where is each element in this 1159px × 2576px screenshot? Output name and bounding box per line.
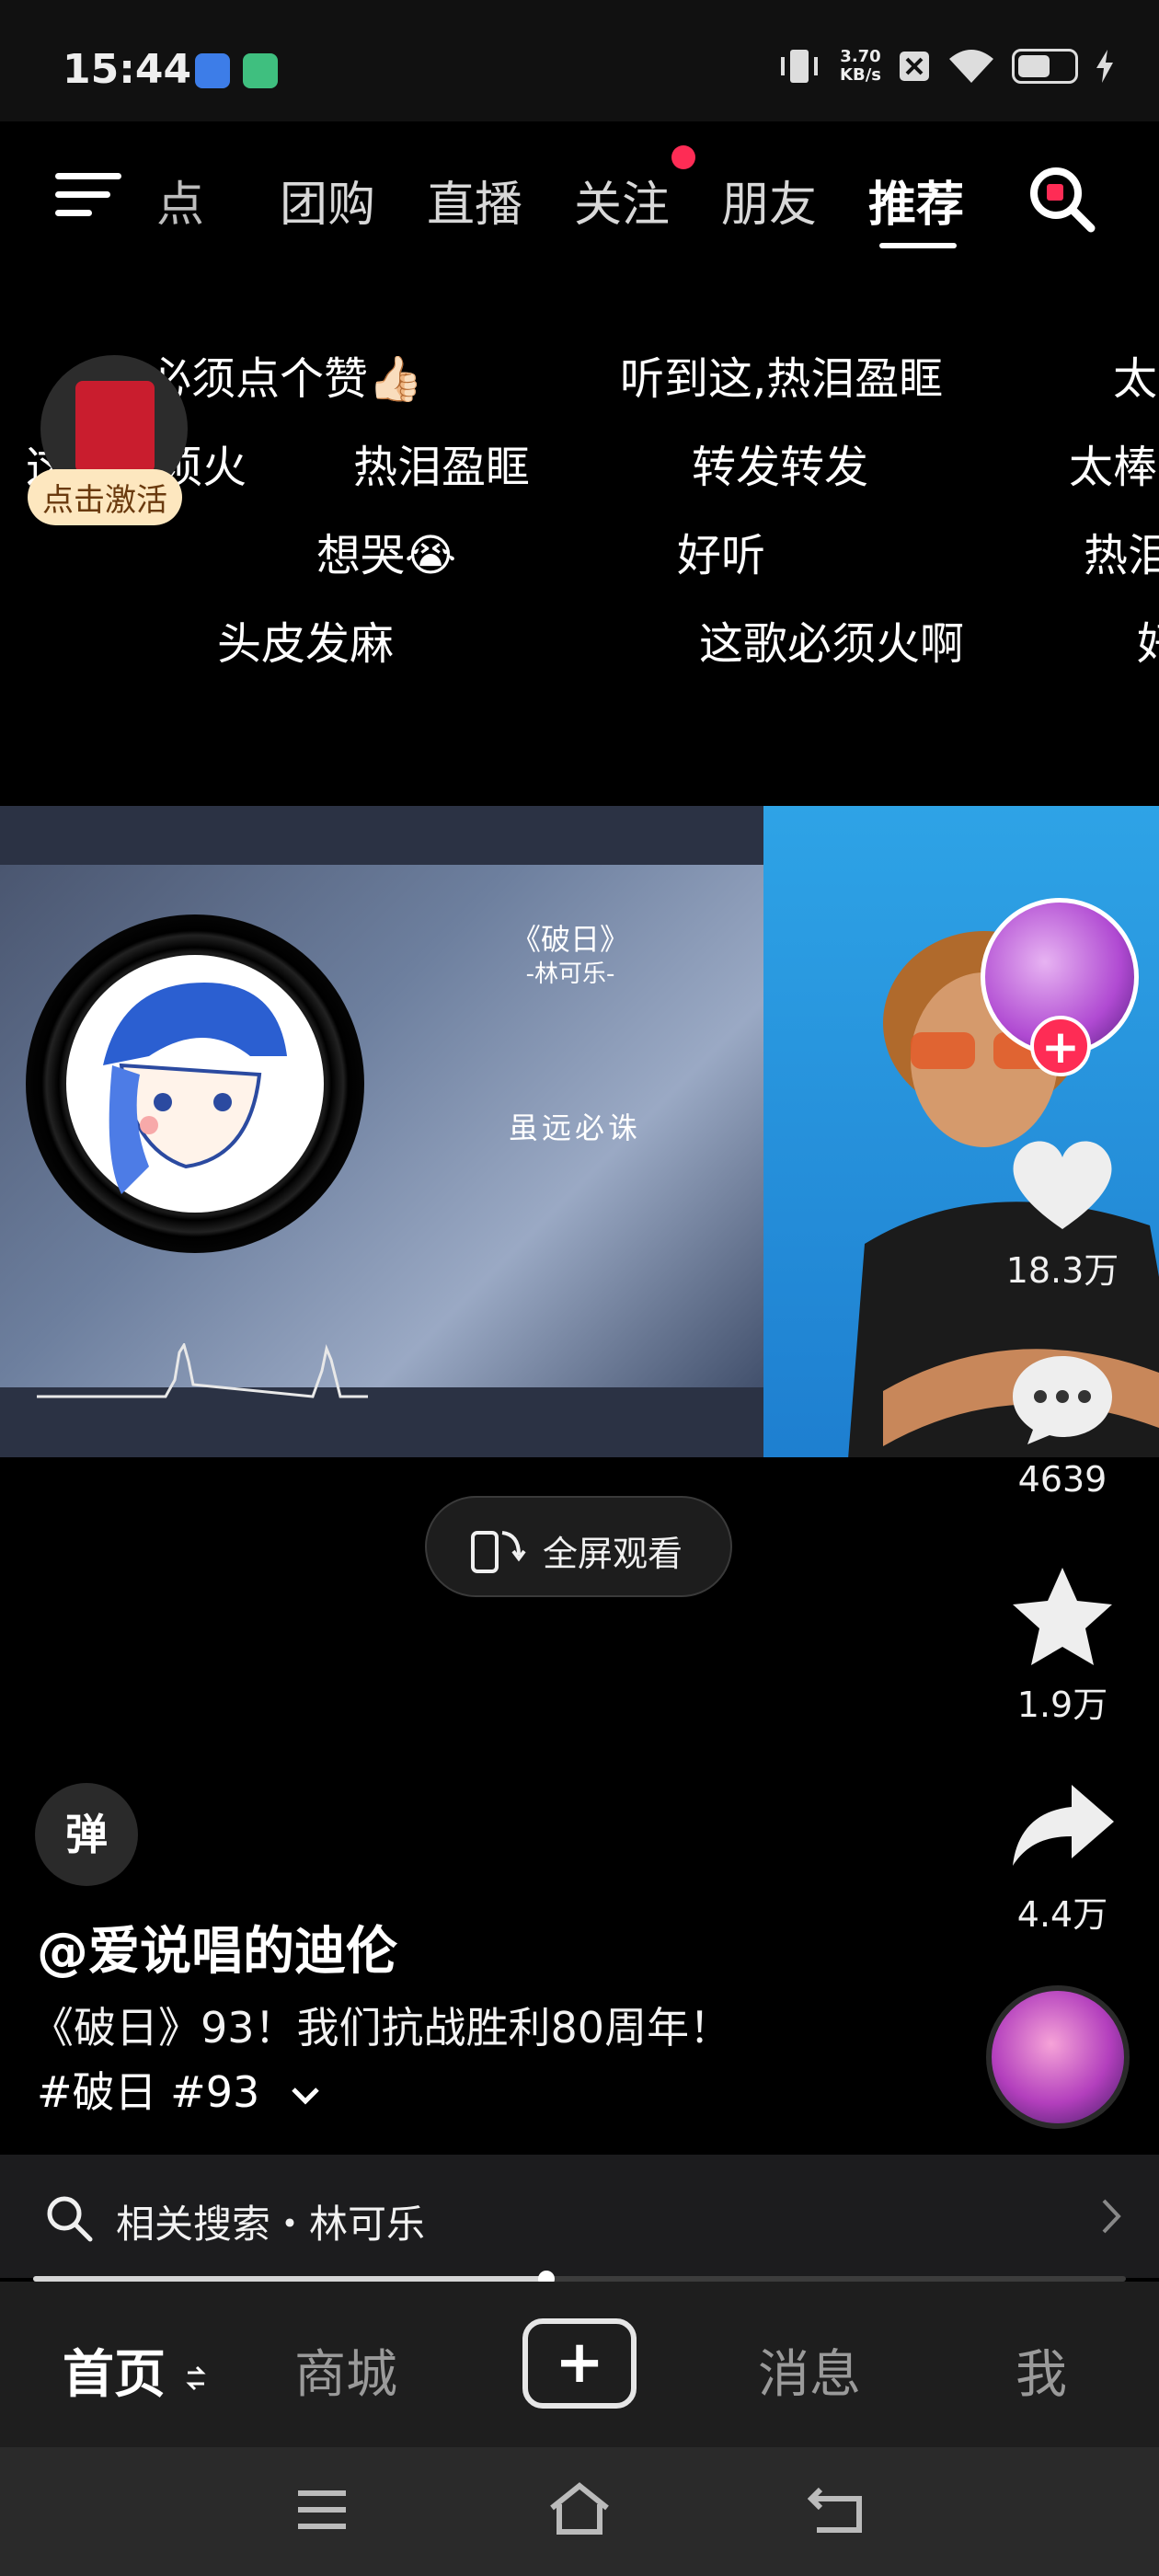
tab-group-buy[interactable]: 团购 [280,166,375,235]
danmaku-item: 想哭😭 [316,530,457,581]
danmaku-item: 热泪盈眶 [353,442,531,493]
related-search-label: 相关搜索・林可乐 [116,2202,426,2247]
home-icon[interactable] [546,2480,613,2537]
video-player[interactable]: 《破日》 -林可乐- 虽远必诛 [0,806,1159,1457]
red-packet-widget[interactable]: 点击激活 [28,355,188,535]
album-cover-girl [66,955,324,1213]
comment-button[interactable] [1003,1349,1122,1454]
danmaku-item: 头皮发麻 [217,618,395,670]
follow-plus-button[interactable]: + [1030,1016,1091,1076]
plus-icon: + [555,2329,604,2397]
share-count: 4.4万 [1016,1894,1108,1935]
song-title: 《破日》 [511,922,629,957]
search-icon [47,2196,93,2242]
recent-apps-icon[interactable] [296,2488,348,2532]
share-arrow-icon [1013,1785,1114,1866]
vinyl-record [26,914,364,1253]
tab-recommend[interactable]: 推荐 [868,166,964,235]
back-icon[interactable] [808,2482,866,2536]
comment-count: 4639 [1017,1459,1107,1500]
bottom-nav: 首页 商城 + 消息 我 [0,2282,1159,2447]
danmaku-item: 转发转发 [692,442,869,493]
top-nav: 点 团购 直播 关注 朋友 推荐 [0,121,1159,269]
cartoon-girl-image [103,983,287,1194]
danmaku-item: 太 [1113,353,1158,405]
fullscreen-button[interactable]: 全屏观看 [425,1496,732,1597]
danmaku-item: 这歌必须火啊 [699,618,965,670]
red-envelope-icon [75,381,155,473]
danmaku-item: 太棒 [1069,442,1158,493]
like-count: 18.3万 [1005,1250,1119,1291]
create-post-button[interactable]: + [522,2318,637,2409]
app-notification-icon [195,53,230,88]
vibrate-icon [781,50,819,83]
chevron-right-icon [1102,2199,1121,2234]
battery-icon [1012,49,1078,84]
status-icons: 3.70 KB/s [775,46,1115,86]
menu-icon[interactable] [55,167,121,223]
comment-icon [1013,1356,1112,1444]
switch-arrows-icon [185,2365,206,2390]
video-description: 《破日》93！我们抗战胜利80周年！ [31,2003,732,2053]
like-button[interactable] [1003,1133,1122,1238]
status-bar: 15:44 3.70 KB/s [0,0,1159,121]
rotate-screen-icon [471,1531,526,1573]
red-packet-label[interactable]: 点击激活 [28,469,182,525]
status-time: 15:44 [63,46,192,93]
tab-live[interactable]: 直播 [427,166,522,235]
music-disc-avatar[interactable] [986,1985,1130,2129]
song-lyric: 虽远必诛 [508,1110,641,1145]
author-name[interactable]: @爱说唱的迪伦 [37,1910,397,1984]
danmaku-item: 好听 [677,530,766,581]
wifi-icon [949,50,993,83]
nav-me[interactable]: 我 [1016,2333,1067,2408]
heart-icon [1013,1141,1112,1229]
fullscreen-label: 全屏观看 [543,1534,683,1574]
star-icon [1013,1568,1112,1665]
net-speed: 3.70 KB/s [840,47,881,85]
video-left-panel: 《破日》 -林可乐- 虽远必诛 [0,806,763,1457]
danmaku-toggle-button[interactable]: 弹 [35,1783,138,1886]
tab-friends[interactable]: 朋友 [721,166,817,235]
notification-dot [671,145,695,169]
hashtags[interactable]: #破日 #93 [37,2067,259,2117]
danmaku-item: 好 [1137,607,1159,672]
favorite-button[interactable] [1003,1564,1122,1674]
app-notification-icon-2 [243,53,278,88]
video-tags[interactable]: #破日 #93 [37,2059,321,2120]
no-sim-icon [900,52,929,81]
tab-hot[interactable]: 点 [156,166,204,235]
danmaku-item: 听到这,热泪盈眶 [620,353,944,405]
nav-messages[interactable]: 消息 [758,2333,861,2408]
chevron-down-icon[interactable] [290,2086,321,2106]
share-button[interactable] [1003,1779,1122,1875]
audio-waveform [37,1343,368,1398]
search-icon[interactable] [1025,162,1098,236]
nav-home[interactable]: 首页 [63,2333,208,2408]
active-tab-underline [879,243,957,248]
charging-icon [1096,50,1113,83]
related-search-bar[interactable]: 相关搜索・林可乐 [0,2155,1159,2278]
system-nav-bar [0,2447,1159,2576]
favorite-count: 1.9万 [1016,1685,1108,1725]
nav-mall[interactable]: 商城 [294,2333,397,2408]
danmaku-item: 热泪 [1084,530,1159,581]
danmaku-item: 必须点个赞👍🏻 [147,353,423,405]
song-artist: -林可乐- [525,960,615,988]
tab-following[interactable]: 关注 [574,166,670,235]
